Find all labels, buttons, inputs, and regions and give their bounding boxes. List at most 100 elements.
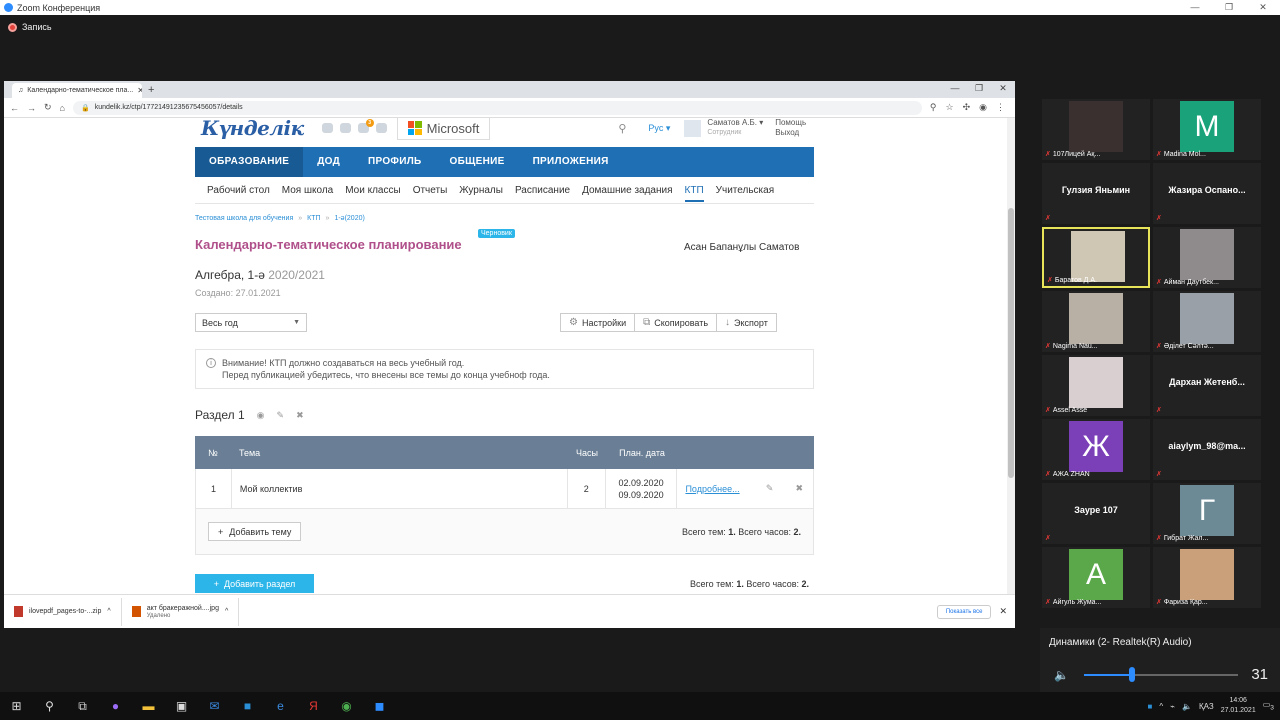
task-view-icon[interactable]: ⧉ bbox=[66, 699, 99, 714]
period-select[interactable]: Весь год ▼ bbox=[195, 313, 307, 332]
participant-tile[interactable]: Зауре 107 ✗ bbox=[1042, 483, 1150, 544]
edge-icon[interactable]: e bbox=[264, 699, 297, 713]
add-topic-button[interactable]: + Добавить тему bbox=[208, 522, 302, 541]
nav-education[interactable]: ОБРАЗОВАНИЕ bbox=[195, 147, 304, 177]
page-scrollbar[interactable] bbox=[1007, 118, 1015, 594]
chevron-up-icon[interactable]: ^ bbox=[107, 608, 110, 615]
chevron-up-icon[interactable]: ^ bbox=[1159, 702, 1163, 711]
chat-icon[interactable] bbox=[321, 123, 333, 133]
subnav-teachers-room[interactable]: Учительская bbox=[716, 185, 774, 196]
edit-icon[interactable]: ✎ bbox=[766, 483, 774, 494]
zoom-icon[interactable]: ⚲ bbox=[930, 102, 937, 113]
file-explorer-icon[interactable]: ▬ bbox=[132, 699, 165, 713]
url-field[interactable]: 🔒 kundelik.kz/ctp/17721491235675456057/d… bbox=[72, 100, 922, 115]
add-section-button[interactable]: + Добавить раздел bbox=[195, 574, 314, 593]
back-icon[interactable]: ← bbox=[10, 103, 19, 113]
bell-icon[interactable]: 3 bbox=[357, 119, 374, 133]
close-icon[interactable]: ✕ bbox=[991, 81, 1015, 96]
keyboard-language[interactable]: ҚАЗ bbox=[1199, 702, 1214, 711]
home-icon[interactable]: ⌂ bbox=[60, 103, 65, 113]
eye-icon[interactable]: ◉ bbox=[257, 410, 265, 421]
participant-tile[interactable]: Гулзия Яньмин ✗ bbox=[1042, 163, 1150, 224]
participant-tile[interactable]: M ✗ Madina Mol... bbox=[1153, 99, 1261, 160]
zoom-app-icon[interactable]: ◼ bbox=[363, 699, 396, 713]
volume-icon[interactable]: 🔈 bbox=[1054, 668, 1069, 682]
chevron-up-icon[interactable]: ^ bbox=[225, 608, 228, 615]
new-tab-button[interactable]: + bbox=[148, 83, 154, 98]
subnav-desktop[interactable]: Рабочий стол bbox=[207, 185, 270, 196]
logout-link[interactable]: Выход bbox=[775, 128, 806, 138]
forward-icon[interactable]: → bbox=[27, 103, 36, 113]
delete-icon[interactable]: ✖ bbox=[296, 410, 304, 421]
scrollbar-thumb[interactable] bbox=[1008, 208, 1014, 478]
subnav-journals[interactable]: Журналы bbox=[459, 185, 503, 196]
participant-tile[interactable]: ✗ Әділет Сәлтә... bbox=[1153, 291, 1261, 352]
refresh-icon[interactable] bbox=[375, 123, 387, 133]
minimize-icon[interactable]: — bbox=[1178, 0, 1212, 15]
app-l-tray-icon[interactable]: ■ bbox=[1148, 702, 1153, 711]
reload-icon[interactable]: ↻ bbox=[44, 102, 52, 113]
subnav-reports[interactable]: Отчеты bbox=[413, 185, 448, 196]
network-icon[interactable]: ⌁ bbox=[1170, 702, 1175, 711]
mail-icon[interactable]: ✉ bbox=[198, 699, 231, 713]
download-item[interactable]: ilovepdf_pages-to-...zip ^ bbox=[4, 597, 122, 626]
copy-button[interactable]: ⧉ Скопировать bbox=[635, 314, 718, 331]
participant-tile[interactable]: ✗ 107Лицей Ақ... bbox=[1042, 99, 1150, 160]
menu-icon[interactable]: ⋮ bbox=[996, 102, 1005, 113]
maximize-icon[interactable]: ❐ bbox=[967, 81, 991, 96]
nav-apps[interactable]: ПРИЛОЖЕНИЯ bbox=[519, 147, 623, 177]
participant-tile[interactable]: ✗ Assel Asse bbox=[1042, 355, 1150, 416]
nav-profile[interactable]: ПРОФИЛЬ bbox=[354, 147, 436, 177]
volume-slider-knob[interactable] bbox=[1128, 667, 1135, 682]
search-icon[interactable]: ⚲ bbox=[618, 122, 626, 135]
breadcrumb-class[interactable]: 1-ә(2020) bbox=[334, 215, 364, 222]
nav-communication[interactable]: ОБЩЕНИЕ bbox=[436, 147, 519, 177]
yandex-icon[interactable]: Я bbox=[297, 699, 330, 713]
notifications-icon[interactable]: ▭3 bbox=[1263, 700, 1274, 712]
extensions-icon[interactable]: ✣ bbox=[963, 102, 971, 113]
help-link[interactable]: Помощь bbox=[775, 118, 806, 128]
export-button[interactable]: ↓ Экспорт bbox=[717, 314, 776, 331]
download-item[interactable]: акт бракеражной....jpg Удалено ^ bbox=[122, 597, 240, 626]
assistant-icon[interactable]: ● bbox=[99, 699, 132, 713]
browser-tab[interactable]: ♫ Календарно-тематическое пла... ✕ bbox=[12, 83, 142, 98]
kundelik-logo[interactable]: Күнделік bbox=[201, 118, 304, 140]
minimize-icon[interactable]: — bbox=[943, 81, 967, 96]
participant-tile[interactable]: ✗ Фариза Қар... bbox=[1153, 547, 1261, 608]
microsoft-button[interactable]: Microsoft bbox=[396, 118, 491, 140]
windows-start-icon[interactable]: ⊞ bbox=[0, 699, 33, 713]
profile-icon[interactable]: ◉ bbox=[979, 102, 987, 113]
store-icon[interactable]: ▣ bbox=[165, 699, 198, 713]
user-menu[interactable]: Саматов А.Б. ▾ Сотрудник bbox=[684, 118, 763, 138]
tab-close-icon[interactable]: ✕ bbox=[137, 86, 142, 95]
volume-tray-icon[interactable]: 🔈 bbox=[1182, 702, 1192, 711]
subnav-homework[interactable]: Домашние задания bbox=[582, 185, 672, 196]
participant-tile[interactable]: aiaylym_98@ma... ✗ bbox=[1153, 419, 1261, 480]
participant-tile[interactable]: Жазира Оспано... ✗ bbox=[1153, 163, 1261, 224]
participant-tile[interactable]: ✗ Айман Даутбек... bbox=[1153, 227, 1261, 288]
participant-tile[interactable]: ✗ Nagima Nau... bbox=[1042, 291, 1150, 352]
breadcrumb-school[interactable]: Тестовая школа для обучения bbox=[195, 215, 293, 222]
breadcrumb-ktp[interactable]: КТП bbox=[307, 215, 320, 222]
language-select[interactable]: Рус ▾ bbox=[648, 123, 670, 134]
edit-icon[interactable]: ✎ bbox=[277, 410, 285, 421]
participant-tile[interactable]: Г ✗ Гибрат Жал... bbox=[1153, 483, 1261, 544]
nav-dod[interactable]: ДОД bbox=[303, 147, 354, 177]
maximize-icon[interactable]: ❐ bbox=[1212, 0, 1246, 15]
subnav-my-school[interactable]: Моя школа bbox=[282, 185, 333, 196]
participant-tile[interactable]: ✗ Баратов Д.А. bbox=[1042, 227, 1150, 288]
participant-tile[interactable]: Ж ✗ АЖА ZHAN bbox=[1042, 419, 1150, 480]
subnav-schedule[interactable]: Расписание bbox=[515, 185, 570, 196]
delete-icon[interactable]: ✖ bbox=[795, 483, 803, 494]
search-icon[interactable]: ⚲ bbox=[33, 699, 66, 713]
show-all-button[interactable]: Показать все bbox=[936, 604, 992, 619]
subnav-ktp[interactable]: КТП bbox=[684, 185, 704, 202]
details-link[interactable]: Подробнее... bbox=[685, 484, 739, 494]
volume-slider[interactable] bbox=[1084, 674, 1238, 676]
participant-tile[interactable]: Дархан Жетенб... ✗ bbox=[1153, 355, 1261, 416]
settings-button[interactable]: ⚙ Настройки bbox=[561, 314, 636, 331]
recording-indicator[interactable]: Запись bbox=[8, 22, 52, 32]
close-icon[interactable]: ✕ bbox=[999, 606, 1007, 617]
app-l-icon[interactable]: ■ bbox=[231, 699, 264, 713]
close-icon[interactable]: ✕ bbox=[1246, 0, 1280, 15]
